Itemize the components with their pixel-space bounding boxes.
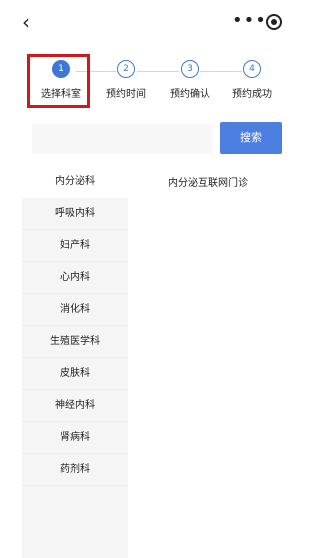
top-bar: ‹ ••• xyxy=(0,0,315,46)
step-2: 2 预约时间 xyxy=(91,60,161,100)
more-dots-icon[interactable]: ••• xyxy=(232,9,267,33)
chevron-left-icon[interactable]: ‹ xyxy=(22,10,30,34)
department-item[interactable]: 生殖医学科 xyxy=(22,326,128,358)
step-4-label: 预约成功 xyxy=(232,89,272,100)
step-3-number: 3 xyxy=(181,60,199,78)
current-step-highlight xyxy=(27,54,90,108)
step-3-label: 预约确认 xyxy=(170,89,210,100)
step-4: 4 预约成功 xyxy=(217,60,287,100)
department-item[interactable]: 神经内科 xyxy=(22,390,128,422)
step-2-label: 预约时间 xyxy=(106,89,146,100)
department-item[interactable]: 消化科 xyxy=(22,294,128,326)
department-list: 内分泌科 呼吸内科 妇产科 心内科 消化科 生殖医学科 皮肤科 神经内科 肾病科… xyxy=(22,166,128,558)
department-item[interactable]: 肾病科 xyxy=(22,422,128,454)
department-item[interactable]: 妇产科 xyxy=(22,230,128,262)
target-icon[interactable] xyxy=(266,14,282,30)
clinic-item[interactable]: 内分泌互联网门诊 xyxy=(168,174,248,189)
department-item[interactable]: 心内科 xyxy=(22,262,128,294)
search-input[interactable] xyxy=(32,124,212,154)
step-4-number: 4 xyxy=(243,60,261,78)
department-item[interactable]: 呼吸内科 xyxy=(22,198,128,230)
step-3: 3 预约确认 xyxy=(155,60,225,100)
department-item[interactable]: 内分泌科 xyxy=(22,166,128,198)
step-2-number: 2 xyxy=(117,60,135,78)
department-item[interactable]: 皮肤科 xyxy=(22,358,128,390)
search-button[interactable]: 搜索 xyxy=(220,122,282,154)
department-item[interactable]: 药剂科 xyxy=(22,454,128,486)
